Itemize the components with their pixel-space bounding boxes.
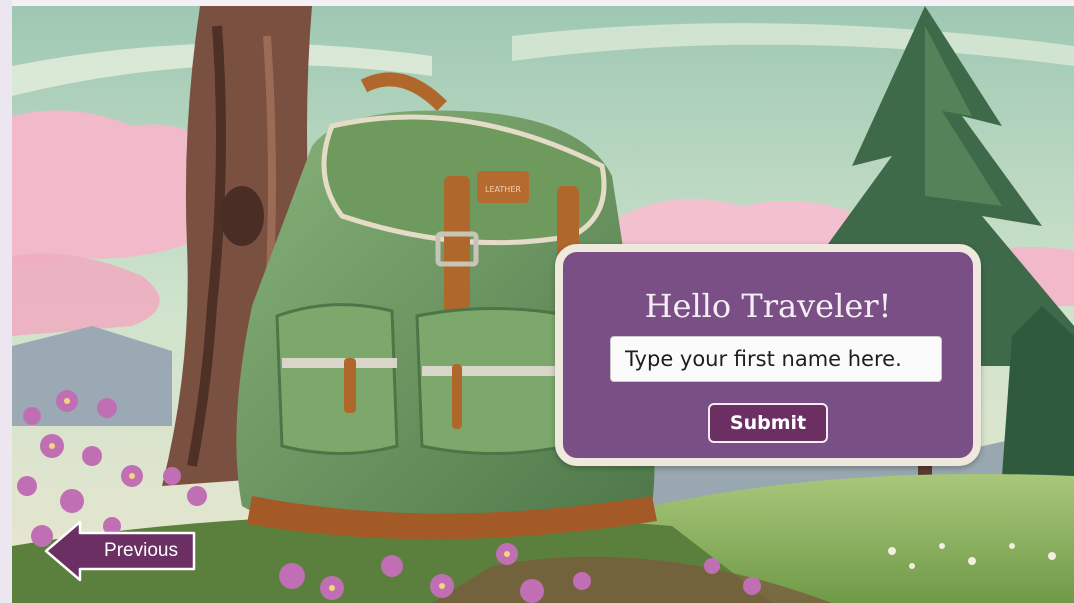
- slide-stage: LEATHER Hello Traveler! Type your first …: [12, 6, 1074, 603]
- card-title: Hello Traveler!: [644, 287, 892, 325]
- first-name-input[interactable]: [610, 336, 942, 382]
- previous-button[interactable]: Previous: [42, 518, 202, 584]
- submit-button[interactable]: Submit: [708, 403, 828, 443]
- previous-label: Previous: [104, 540, 178, 561]
- svg-text:LEATHER: LEATHER: [485, 185, 521, 194]
- greeting-card: Hello Traveler! Submit: [555, 244, 981, 466]
- window-left-edge: [0, 0, 12, 603]
- backpack-pocket: [415, 307, 574, 455]
- backpack-pocket: [275, 303, 399, 455]
